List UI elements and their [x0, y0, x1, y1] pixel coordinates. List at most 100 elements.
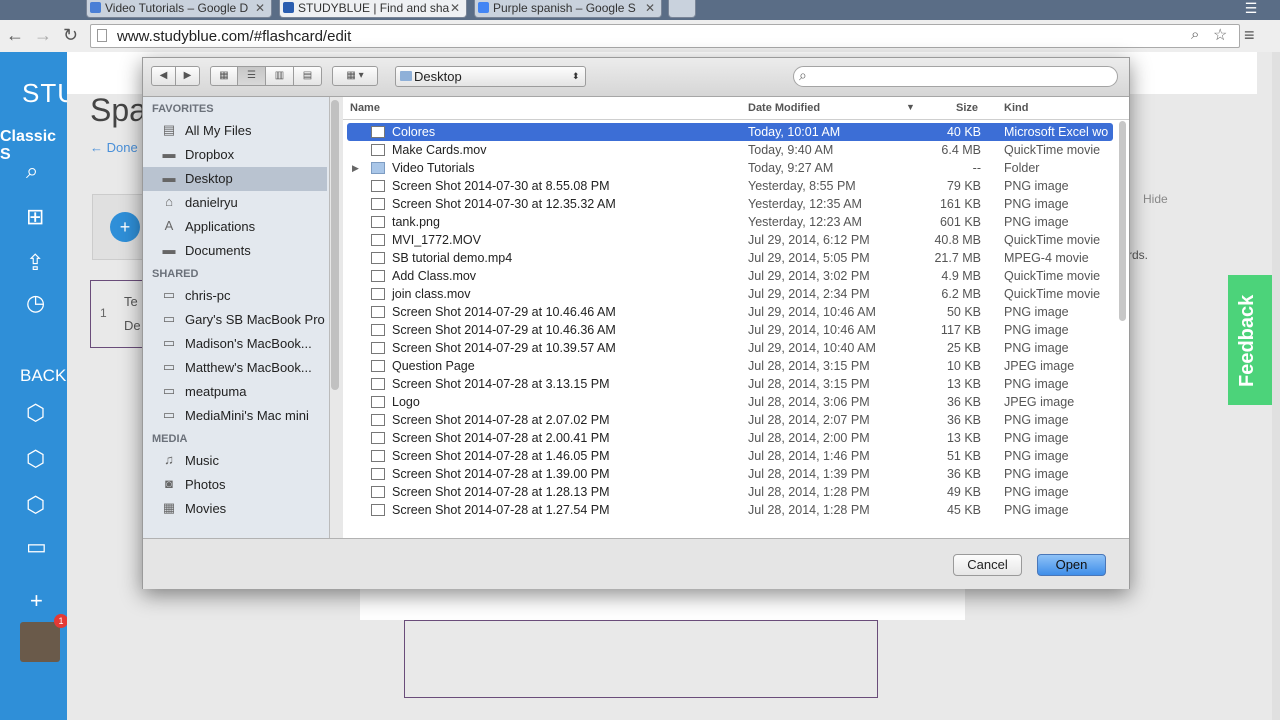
browser-tab-video-tutorials[interactable]: Video Tutorials – Google D ✕	[86, 0, 272, 18]
file-row[interactable]: tank.png Yesterday, 12:23 AM 601 KB PNG ima…	[347, 213, 1113, 231]
icon-view-icon[interactable]: ▦	[210, 66, 238, 86]
backpack-item-icon[interactable]: ⬡	[26, 492, 45, 518]
backpack-item-icon[interactable]: ⬡	[26, 446, 45, 472]
sidebar-item-dropbox[interactable]: ▬ Dropbox	[143, 143, 327, 167]
open-button[interactable]: Open	[1037, 554, 1106, 576]
upload-icon[interactable]: ⇪	[26, 250, 44, 276]
file-row[interactable]: Screen Shot 2014-07-28 at 1.46.05 PM Jul …	[347, 447, 1113, 465]
file-row[interactable]: Make Cards.mov Today, 9:40 AM 6.4 MB QuickT…	[347, 141, 1113, 159]
zoom-icon[interactable]: ⌕	[1191, 26, 1199, 43]
forward-nav-button[interactable]: ▶	[175, 66, 200, 86]
close-tab-icon[interactable]: ✕	[255, 0, 265, 16]
done-link[interactable]: ← Done	[90, 140, 138, 155]
sidebar-item-matthew-s-macbook[interactable]: ▭ Matthew's MacBook...	[143, 356, 327, 380]
file-row[interactable]: ▶ Video Tutorials Today, 9:27 AM -- Folder	[347, 159, 1113, 177]
cover-flow-view-icon[interactable]: ▤	[293, 66, 322, 86]
disclosure-triangle-icon[interactable]: ▶	[352, 159, 359, 177]
sidebar-item-gary-s-sb-macbook-pro[interactable]: ▭ Gary's SB MacBook Pro	[143, 308, 327, 332]
column-view-icon[interactable]: ▥	[265, 66, 294, 86]
file-row[interactable]: Screen Shot 2014-07-28 at 3.13.15 PM Jul …	[347, 375, 1113, 393]
file-row[interactable]: Screen Shot 2014-07-28 at 2.07.02 PM Jul …	[347, 411, 1113, 429]
file-row[interactable]: Add Class.mov Jul 29, 2014, 3:02 PM 4.9 MB…	[347, 267, 1113, 285]
file-size: 6.4 MB	[941, 143, 981, 157]
add-icon[interactable]: +	[30, 588, 43, 614]
clock-icon[interactable]: ◷	[26, 290, 45, 316]
file-row[interactable]: Screen Shot 2014-07-29 at 10.46.46 AM Jul…	[347, 303, 1113, 321]
page-scrollbar[interactable]	[1272, 52, 1280, 720]
file-row[interactable]: Screen Shot 2014-07-28 at 1.27.54 PM Jul …	[347, 501, 1113, 519]
sidebar-item-danielryu[interactable]: ⌂ danielryu	[143, 191, 327, 215]
sidebar-item-movies[interactable]: ▦ Movies	[143, 497, 327, 521]
search-icon[interactable]: ⌕	[26, 158, 38, 184]
new-tab-button[interactable]	[668, 0, 696, 18]
add-item-icon[interactable]: ⊞	[26, 204, 44, 230]
file-row[interactable]: MVI_1772.MOV Jul 29, 2014, 6:12 PM 40.8 MB…	[347, 231, 1113, 249]
browser-tab-studyblue[interactable]: STUDYBLUE | Find and sha ✕	[279, 0, 467, 18]
backpack-item-icon[interactable]: ⬡	[26, 400, 45, 426]
file-icon	[371, 252, 385, 264]
file-kind: PNG image	[1004, 467, 1069, 481]
file-row[interactable]: Screen Shot 2014-07-28 at 1.28.13 PM Jul …	[347, 483, 1113, 501]
sidebar-item-all-my-files[interactable]: ▤ All My Files	[143, 119, 327, 143]
file-row[interactable]: Question Page Jul 28, 2014, 3:15 PM 10 KB J…	[347, 357, 1113, 375]
chrome-menu-icon[interactable]: ≡	[1244, 25, 1255, 45]
back-arrow-icon[interactable]: ←	[6, 25, 24, 45]
back-nav-button[interactable]: ◀	[151, 66, 176, 86]
folder-icon: ▬	[162, 146, 176, 161]
close-tab-icon[interactable]: ✕	[450, 0, 460, 16]
sidebar-item-desktop[interactable]: ▬ Desktop	[143, 167, 327, 191]
bookmark-star-icon[interactable]: ☆	[1213, 25, 1227, 45]
file-row[interactable]: Screen Shot 2014-07-28 at 2.00.41 PM Jul …	[347, 429, 1113, 447]
file-row[interactable]: SB tutorial demo.mp4 Jul 29, 2014, 5:05 P…	[347, 249, 1113, 267]
sidebar-item-applications[interactable]: A Applications	[143, 215, 327, 239]
date-column-header[interactable]: Date Modified	[748, 102, 820, 114]
sidebar-item-documents[interactable]: ▬ Documents	[143, 239, 327, 263]
list-vertical-scrollbar[interactable]	[1119, 121, 1126, 321]
sidebar-scrollbar[interactable]	[331, 100, 339, 390]
file-row[interactable]: join class.mov Jul 29, 2014, 2:34 PM 6.2 M…	[347, 285, 1113, 303]
column-header: Name Date Modified ▼ Size Kind	[343, 97, 1129, 120]
browser-tab-purple-spanish[interactable]: Purple spanish – Google S ✕	[474, 0, 662, 18]
close-tab-icon[interactable]: ✕	[645, 0, 655, 16]
file-row[interactable]: Screen Shot 2014-07-30 at 8.55.08 PM Yest…	[347, 177, 1113, 195]
sidebar-item-photos[interactable]: ◙ Photos	[143, 473, 327, 497]
file-row[interactable]: Logo Jul 28, 2014, 3:06 PM 36 KB JPEG image	[347, 393, 1113, 411]
search-field[interactable]: ⌕	[793, 66, 1118, 87]
file-row[interactable]: Screen Shot 2014-07-29 at 10.46.36 AM Jul…	[347, 321, 1113, 339]
list-view-icon[interactable]: ☰	[237, 66, 266, 86]
location-popup[interactable]: Desktop ⬍	[395, 66, 586, 87]
avatar[interactable]	[20, 622, 60, 662]
arrange-menu-icon[interactable]: ▦ ▾	[332, 66, 378, 86]
file-name: Make Cards.mov	[392, 143, 487, 157]
forward-arrow-icon[interactable]: →	[34, 25, 52, 45]
file-row[interactable]: Screen Shot 2014-07-30 at 12.35.32 AM Yes…	[347, 195, 1113, 213]
file-date: Jul 28, 2014, 1:28 PM	[748, 485, 870, 499]
size-column-header[interactable]: Size	[956, 102, 978, 114]
sidebar-item-chris-pc[interactable]: ▭ chris-pc	[143, 284, 327, 308]
sidebar-item-label: Music	[185, 453, 219, 468]
file-size: 51 KB	[946, 449, 981, 463]
file-row[interactable]: Screen Shot 2014-07-29 at 10.39.57 AM Jul…	[347, 339, 1113, 357]
sidebar-item-madison-s-macbook[interactable]: ▭ Madison's MacBook...	[143, 332, 327, 356]
kind-column-header[interactable]: Kind	[1004, 102, 1028, 114]
hide-link[interactable]: Hide	[1143, 192, 1168, 206]
sidebar-item-mediamini-s-mac-mini[interactable]: ▭ MediaMini's Mac mini	[143, 404, 327, 428]
cancel-button[interactable]: Cancel	[953, 554, 1022, 576]
file-name: MVI_1772.MOV	[392, 233, 481, 247]
sidebar-item-music[interactable]: ♫ Music	[143, 449, 327, 473]
name-column-header[interactable]: Name	[350, 102, 380, 114]
file-date: Yesterday, 12:23 AM	[748, 215, 862, 229]
add-card-button[interactable]: +	[110, 212, 140, 242]
feedback-tab[interactable]: Feedback	[1228, 275, 1272, 405]
file-row[interactable]: Screen Shot 2014-07-28 at 1.39.00 PM Jul …	[347, 465, 1113, 483]
file-row[interactable]: Colores Today, 10:01 AM 40 KB Microsoft Exc…	[347, 123, 1113, 141]
file-kind: PNG image	[1004, 197, 1069, 211]
address-bar[interactable]: www.studyblue.com/#flashcard/edit ⌕ ☆	[90, 24, 1240, 48]
sidebar-item-meatpuma[interactable]: ▭ meatpuma	[143, 380, 327, 404]
file-name: Screen Shot 2014-07-29 at 10.39.57 AM	[392, 341, 616, 355]
reload-icon[interactable]: ↻	[63, 25, 78, 45]
folder-icon[interactable]: ▭	[26, 534, 47, 560]
user-profile-icon[interactable]: ☰	[1238, 0, 1264, 18]
file-icon	[371, 126, 385, 138]
file-kind: PNG image	[1004, 341, 1069, 355]
